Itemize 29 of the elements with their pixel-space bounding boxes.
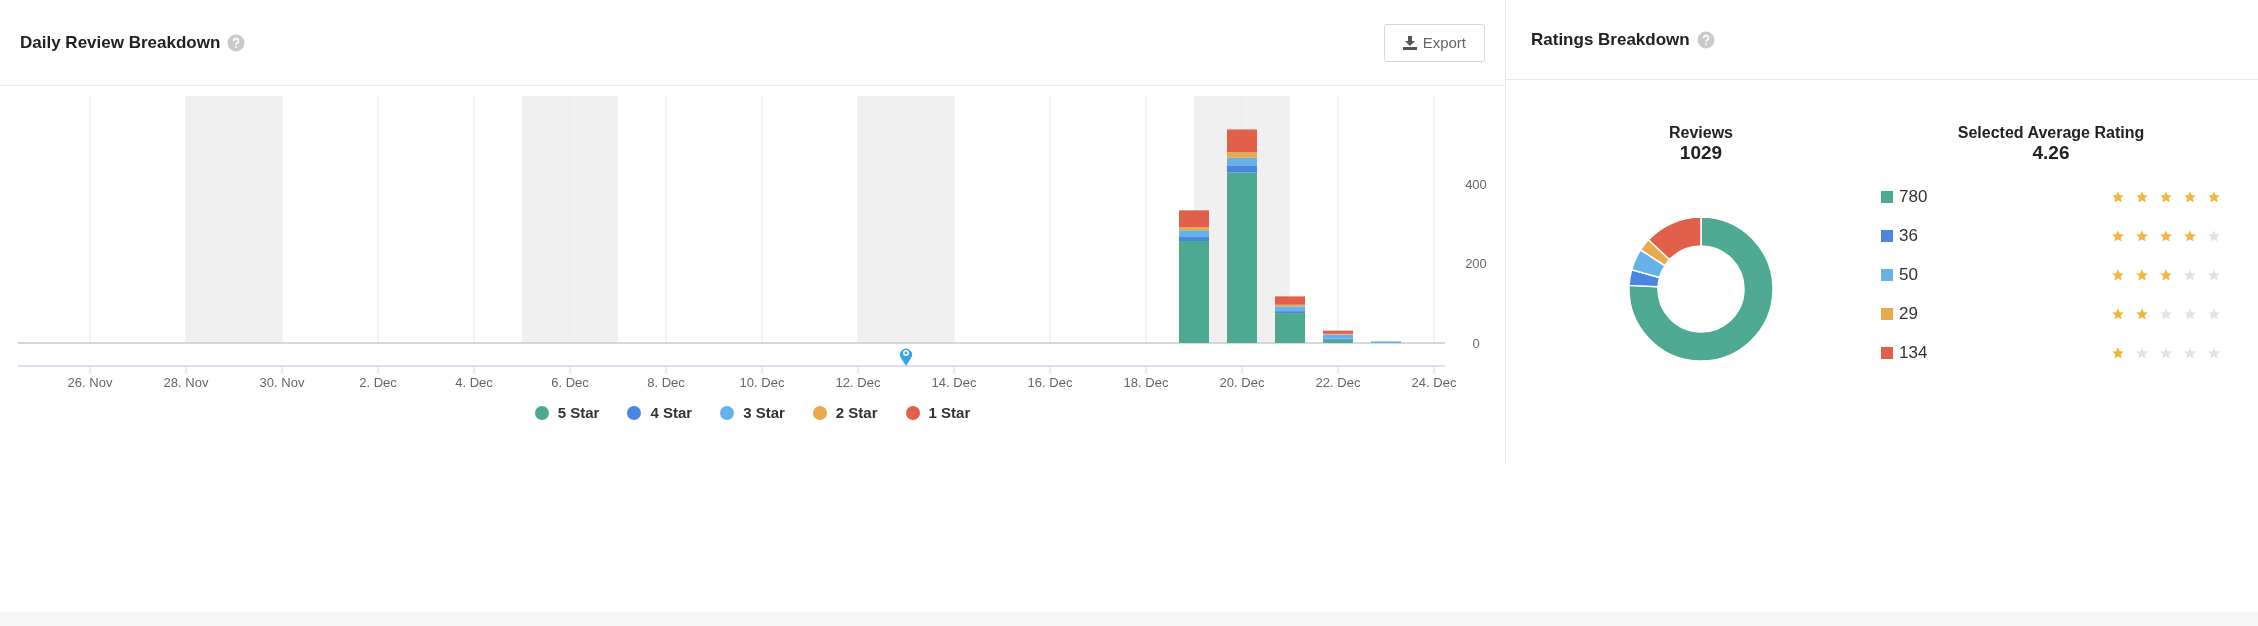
axis-label: 0 [1472, 336, 1480, 351]
axis-label: 20. Dec [1219, 375, 1265, 390]
axis-label: 16. Dec [1027, 375, 1073, 390]
axis-label: 400 [1465, 176, 1487, 192]
axis-label: 4. Dec [455, 375, 493, 390]
axis-label: 200 [1465, 256, 1487, 272]
panel-title: Ratings Breakdown [1531, 29, 1690, 50]
axis-label: 24. Dec [1411, 375, 1457, 390]
axis-label: 2. Dec [359, 375, 397, 390]
rating-count: 29 [1899, 303, 1918, 324]
axis-label: 10. Dec [739, 375, 785, 390]
axis-label: 18. Dec [1123, 375, 1169, 390]
stat-value: 1029 [1679, 142, 1723, 164]
axis-label: 12. Dec [835, 375, 881, 390]
rating-count: 36 [1899, 225, 1918, 246]
stat-label: Selected Average Rating [1957, 124, 2145, 142]
stat-value: 4.26 [2032, 142, 2070, 164]
panel-title: Daily Review Breakdown [20, 32, 221, 53]
axis-label: 26. Nov [67, 375, 113, 390]
axis-label: 8. Dec [647, 375, 685, 390]
stat-label: Reviews [1668, 124, 1733, 142]
axis-label: 22. Dec [1315, 375, 1361, 390]
rating-count: 50 [1899, 264, 1918, 285]
axis-label: 28. Nov [163, 375, 209, 390]
axis-label: 14. Dec [931, 375, 977, 390]
rating-count: 134 [1899, 342, 1928, 363]
axis-label: 6. Dec [551, 375, 589, 390]
axis-label: 30. Nov [259, 375, 305, 390]
rating-count: 780 [1899, 186, 1928, 207]
